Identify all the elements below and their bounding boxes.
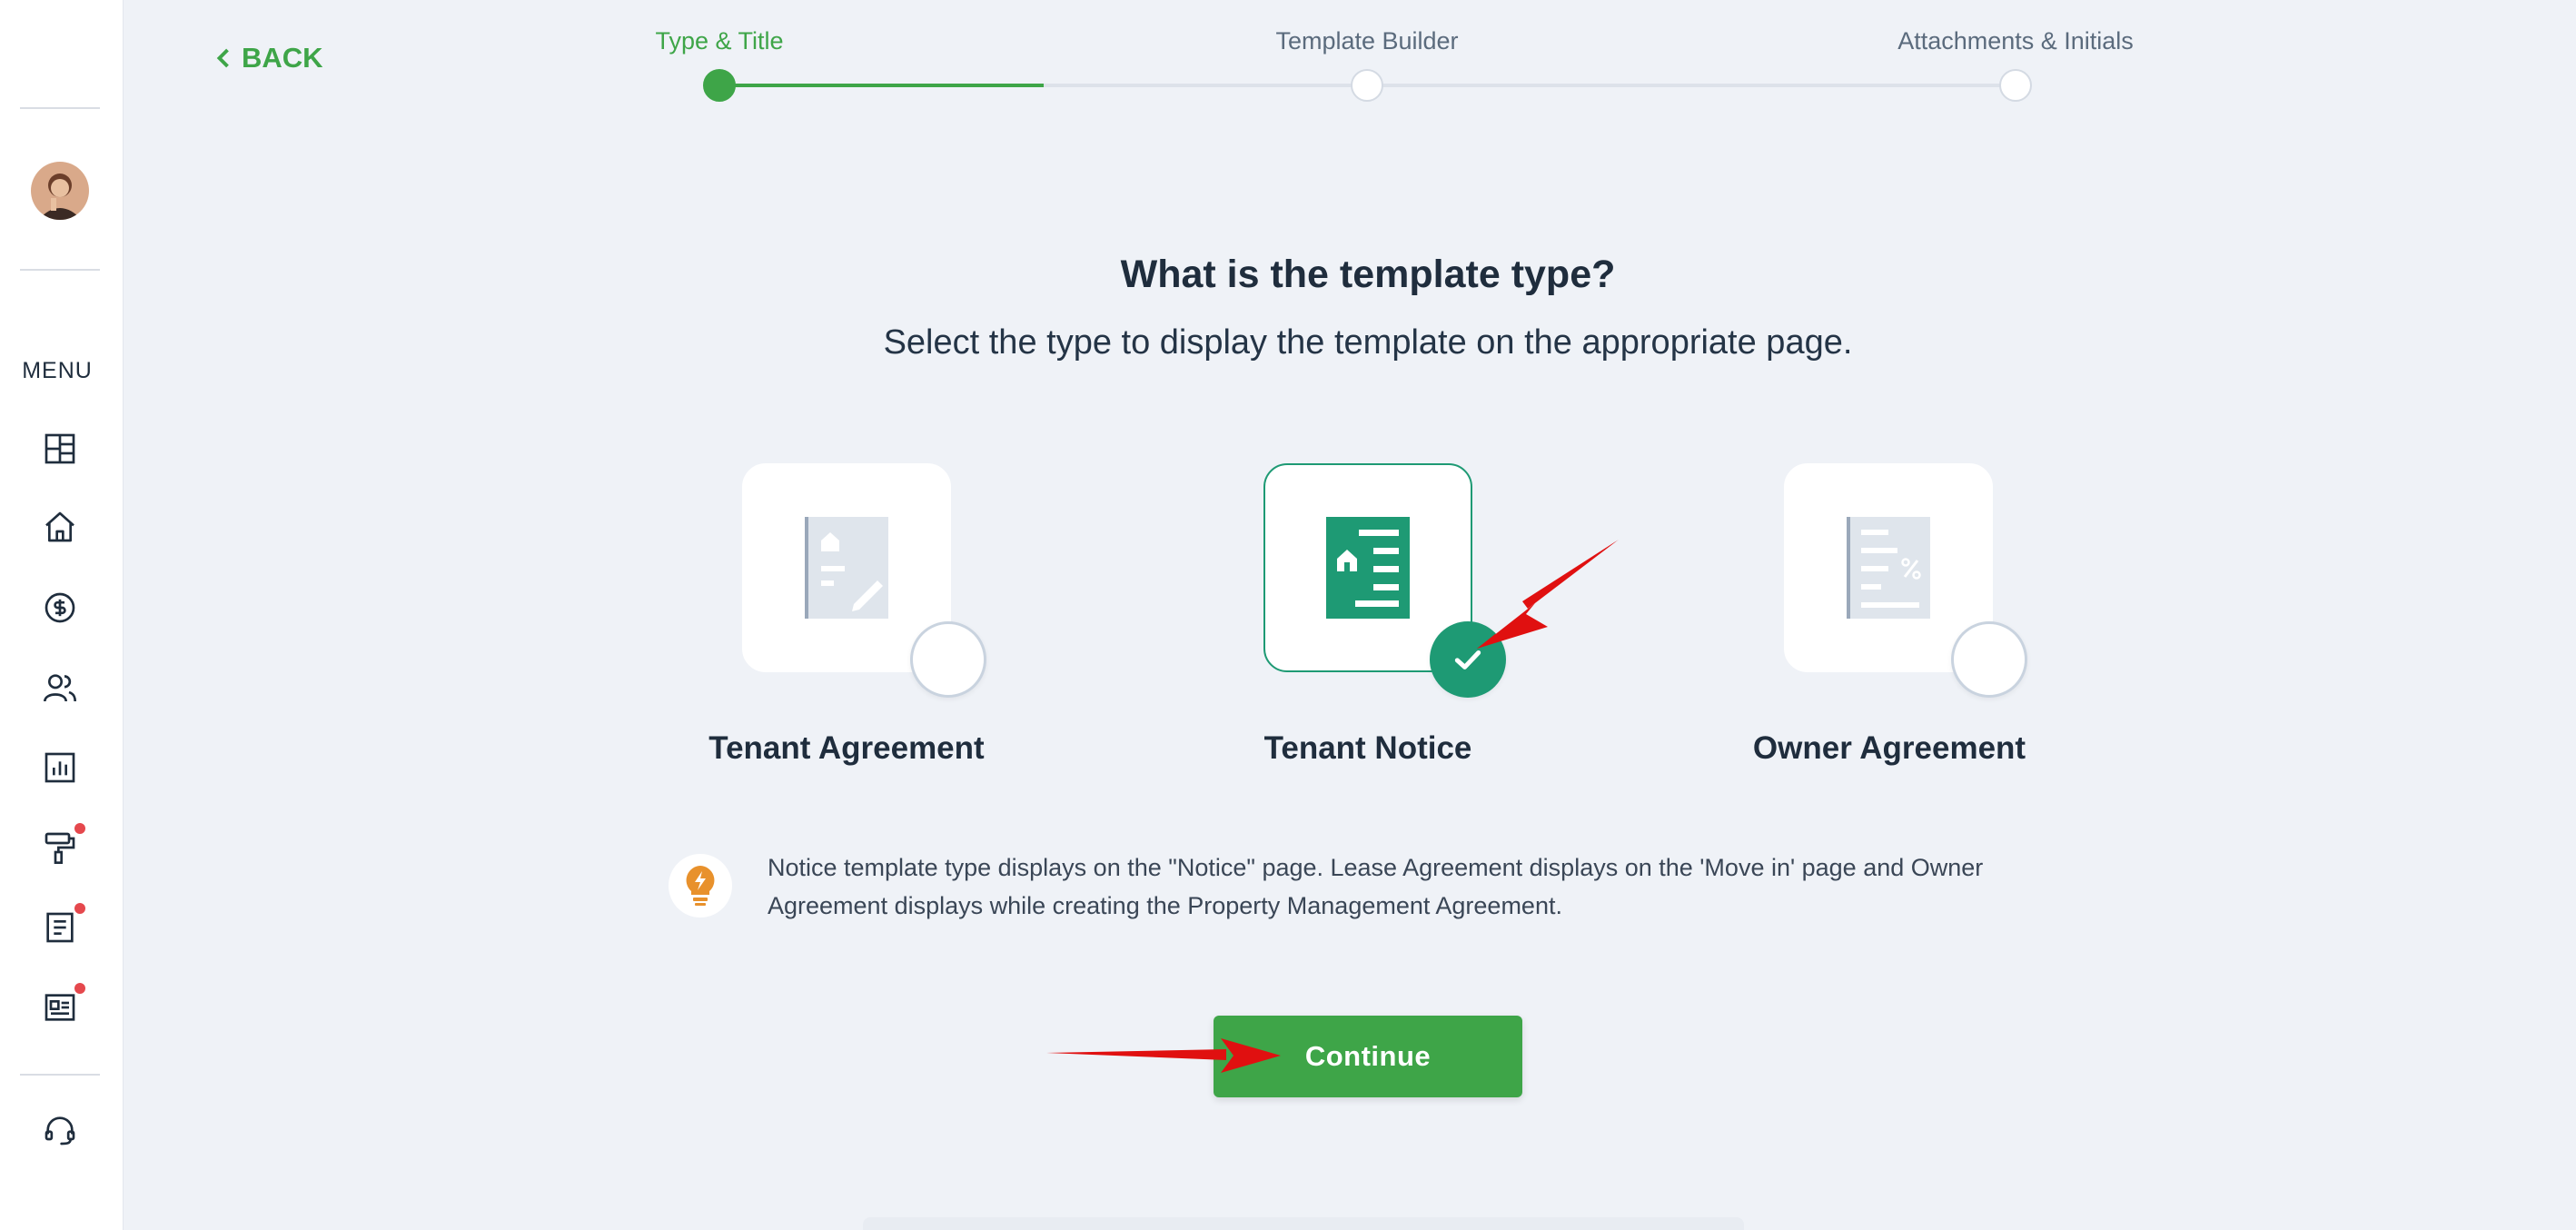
option-label-tenant-agreement: Tenant Agreement	[708, 730, 985, 766]
step-label-template-builder: Template Builder	[1275, 27, 1459, 55]
maintenance-icon[interactable]	[40, 828, 80, 868]
news-badge	[74, 983, 85, 994]
option-label-tenant-notice: Tenant Notice	[1263, 730, 1472, 766]
step-label-attachments: Attachments & Initials	[1897, 27, 2134, 55]
sidebar: MENU	[0, 0, 124, 1230]
maintenance-badge	[74, 823, 85, 834]
arrow-to-selected-option	[1477, 540, 1619, 649]
owner-doc-icon	[1847, 517, 1930, 619]
sidebar-divider	[20, 1074, 100, 1076]
chevron-left-icon	[216, 48, 229, 68]
headset-icon[interactable]	[40, 1110, 80, 1150]
radio-tenant-notice[interactable]	[1430, 621, 1506, 698]
document-icon[interactable]	[40, 908, 80, 947]
users-icon[interactable]	[40, 668, 80, 708]
back-button[interactable]: BACK	[214, 42, 323, 74]
dashboard-icon[interactable]	[40, 429, 80, 469]
home-icon[interactable]	[40, 507, 80, 547]
page-subtitle: Select the type to display the template …	[883, 323, 1853, 362]
continue-button[interactable]: Continue	[1214, 1016, 1522, 1097]
info-note: Notice template type displays on the "No…	[768, 854, 1984, 919]
stepper-progress	[719, 84, 1044, 87]
bottom-panel-edge	[863, 1217, 1744, 1230]
sidebar-divider	[20, 107, 100, 109]
dollar-icon[interactable]	[40, 588, 80, 628]
check-icon	[1454, 650, 1481, 670]
back-label: BACK	[242, 42, 323, 74]
lightbulb-icon	[669, 854, 732, 918]
step-dot-attachments[interactable]	[1999, 69, 2032, 102]
step-label-type-title: Type & Title	[655, 27, 784, 55]
avatar[interactable]	[31, 162, 89, 220]
step-dot-template-builder[interactable]	[1351, 69, 1383, 102]
agreement-doc-icon	[805, 517, 888, 619]
notice-doc-icon	[1326, 517, 1410, 619]
radio-owner-agreement[interactable]	[1951, 621, 2027, 698]
option-label-owner-agreement: Owner Agreement	[1752, 730, 2026, 766]
step-dot-type-title[interactable]	[703, 69, 736, 102]
news-icon[interactable]	[40, 987, 80, 1027]
radio-tenant-agreement[interactable]	[910, 621, 986, 698]
page-title: What is the template type?	[1120, 253, 1616, 296]
document-badge	[74, 903, 85, 914]
reports-icon[interactable]	[40, 748, 80, 788]
